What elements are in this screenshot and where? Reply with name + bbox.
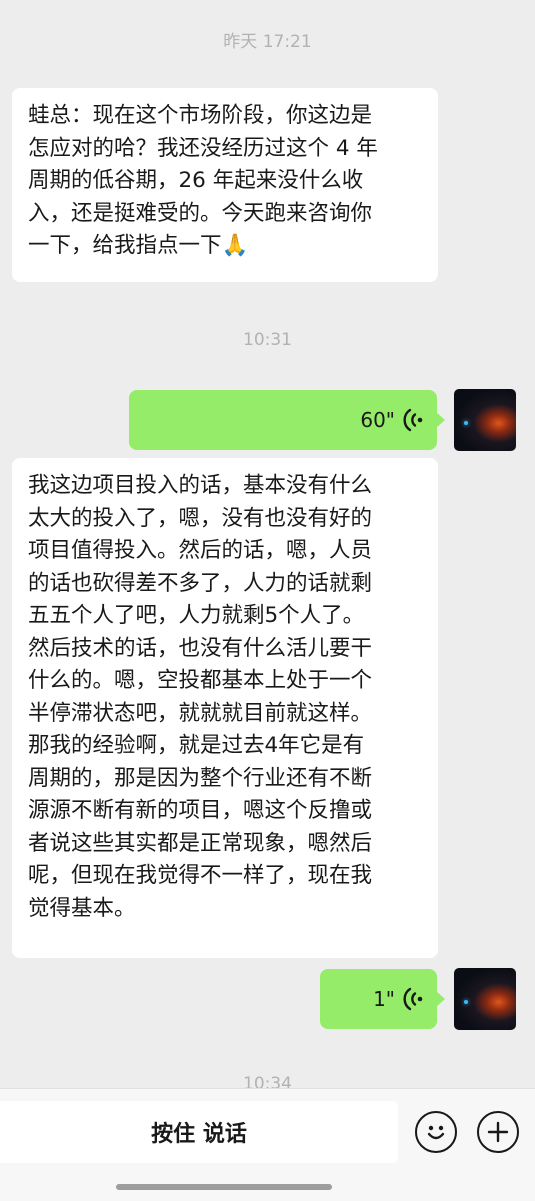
voice-wave-icon (403, 986, 423, 1012)
voice-duration: 1" (373, 987, 395, 1011)
hold-to-talk-button[interactable]: 按住 说话 (0, 1101, 398, 1163)
avatar[interactable] (454, 968, 516, 1030)
voice-message-bubble[interactable]: 1" (320, 969, 445, 1029)
timestamp: 10:31 (243, 330, 292, 350)
voice-wave-icon (403, 407, 423, 433)
message-bubble-incoming[interactable]: 蛙总：现在这个市场阶段，你这边是 怎应对的哈？我还没经历过这个 4 年 周期的低… (12, 88, 438, 282)
plus-circle-icon[interactable] (477, 1111, 519, 1153)
voice-message-bubble[interactable]: 60" (129, 390, 445, 450)
smiley-face-icon[interactable] (415, 1111, 457, 1153)
voice-duration: 60" (360, 408, 395, 432)
message-bubble-incoming[interactable]: 我这边项目投入的话，基本没有什么 太大的投入了，嗯，没有也没有好的 项目值得投入… (12, 458, 438, 958)
timestamp: 昨天 17:21 (223, 32, 312, 52)
avatar[interactable] (454, 389, 516, 451)
home-indicator[interactable] (116, 1184, 332, 1190)
